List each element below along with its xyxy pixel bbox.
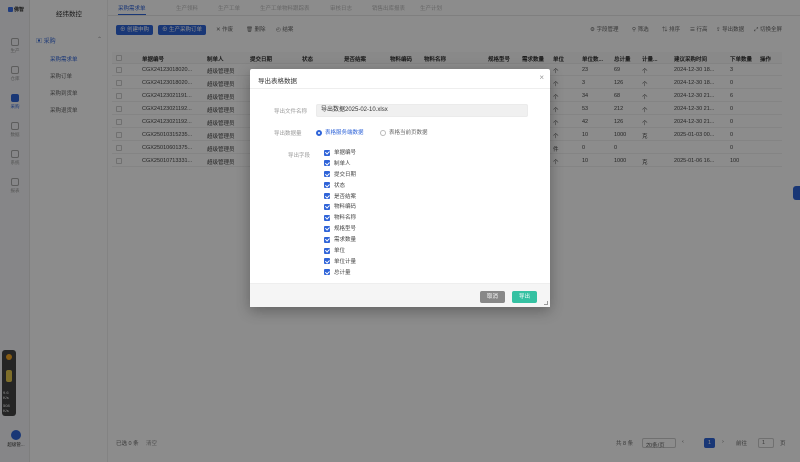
radio-icon <box>380 129 386 136</box>
field-checkbox[interactable]: 是否结案 <box>324 192 444 203</box>
field-checklist: 单据编号 制单人 提交日期 状态 是否结案 物料编码 物料名称 规格型号 需求数量 单位 单位计量总… <box>324 148 444 276</box>
checkbox-checked-icon <box>324 171 330 178</box>
field-checkbox[interactable]: 单位 <box>324 246 444 257</box>
checkbox-checked-icon <box>324 247 330 254</box>
filename-label: 导出文件名称 <box>274 109 308 115</box>
field-checkbox[interactable]: 提交日期 <box>324 170 444 181</box>
export-button[interactable]: 导出 <box>512 291 538 303</box>
field-checkbox[interactable]: 规格型号 <box>324 224 444 235</box>
dialog-footer: 取消 导出 <box>250 283 550 307</box>
checkbox-checked-icon <box>324 149 330 156</box>
export-dialog: 导出表格数据 × 导出文件名称 导出数据2025-02-10.xlsx 导出数据… <box>250 69 550 307</box>
checkbox-checked-icon <box>324 236 330 243</box>
field-checkbox[interactable]: 单位计量 <box>324 257 444 268</box>
checkbox-checked-icon <box>324 193 330 200</box>
checkbox-checked-icon <box>324 204 330 210</box>
checkbox-checked-icon <box>324 258 330 265</box>
field-checkbox[interactable]: 物料名称 <box>324 213 444 224</box>
resize-handle[interactable] <box>544 301 548 305</box>
field-checkbox[interactable]: 需求数量 <box>324 235 444 246</box>
fields-label: 导出字段 <box>288 153 311 159</box>
radio-icon <box>316 129 322 136</box>
scope-option-server[interactable]: 表格服务端数据 <box>316 128 364 136</box>
dialog-title: 导出表格数据 <box>258 78 297 85</box>
checkbox-checked-icon <box>324 214 330 221</box>
cancel-button[interactable]: 取消 <box>480 291 506 303</box>
checkbox-checked-icon <box>324 160 330 167</box>
field-checkbox[interactable]: 单据编号 <box>324 148 444 159</box>
field-checkbox[interactable]: 总计量 <box>324 268 444 276</box>
checkbox-checked-icon <box>324 182 330 189</box>
field-checkbox[interactable]: 状态 <box>324 181 444 192</box>
checkbox-checked-icon <box>324 269 330 276</box>
field-checkbox[interactable]: 物料编码 <box>324 202 444 213</box>
close-icon[interactable]: × <box>539 73 544 82</box>
scope-label: 导出数据量 <box>274 131 302 137</box>
field-checkbox[interactable]: 制单人 <box>324 159 444 170</box>
dialog-header: 导出表格数据 × <box>250 69 550 89</box>
scope-option-page[interactable]: 表格当前页数据 <box>380 128 428 136</box>
filename-input[interactable]: 导出数据2025-02-10.xlsx <box>316 104 528 117</box>
checkbox-checked-icon <box>324 225 330 232</box>
